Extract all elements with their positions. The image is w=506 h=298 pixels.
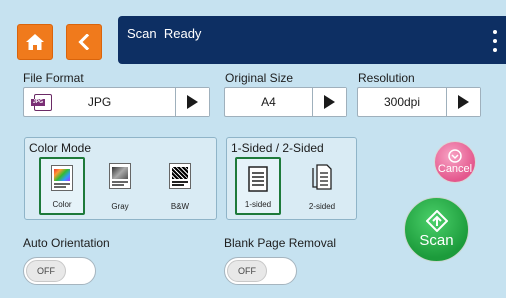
one-sided-page-icon bbox=[248, 166, 268, 192]
scan-icon bbox=[425, 210, 448, 232]
more-vert-icon[interactable] bbox=[492, 30, 498, 52]
original-size-value-area: A4 bbox=[225, 88, 312, 116]
sides-panel: 1-Sided / 2-Sided 1-sided 2-sided bbox=[226, 137, 357, 220]
original-size-value: A4 bbox=[261, 95, 276, 109]
color-mode-option-label: B&W bbox=[170, 202, 190, 211]
blank-page-removal-toggle[interactable]: OFF bbox=[224, 257, 297, 285]
gray-page-icon bbox=[109, 163, 131, 189]
play-arrow-icon bbox=[324, 95, 335, 109]
sides-option-label: 2-sided bbox=[308, 202, 336, 211]
play-arrow-icon bbox=[458, 95, 469, 109]
color-mode-title: Color Mode bbox=[29, 141, 92, 155]
home-button[interactable] bbox=[17, 24, 53, 60]
status-bar: Scan Ready bbox=[118, 16, 506, 64]
color-mode-option-label: Gray bbox=[111, 202, 129, 211]
cancel-label: Cancel bbox=[437, 163, 473, 175]
scan-button[interactable]: Scan bbox=[404, 197, 469, 262]
sides-option-2-sided[interactable]: 2-sided bbox=[299, 157, 345, 215]
scan-label: Scan bbox=[419, 232, 454, 249]
bw-page-icon bbox=[169, 163, 191, 189]
cancel-icon bbox=[448, 149, 462, 163]
auto-orientation-toggle[interactable]: OFF bbox=[23, 257, 96, 285]
sides-option-1-sided[interactable]: 1-sided bbox=[235, 157, 281, 215]
jpg-file-icon: JPG bbox=[31, 94, 52, 111]
resolution-value: 300dpi bbox=[383, 95, 421, 109]
back-button[interactable] bbox=[66, 24, 102, 60]
toggle-knob: OFF bbox=[227, 260, 267, 282]
toggle-knob: OFF bbox=[26, 260, 66, 282]
status-text: Scan Ready bbox=[127, 26, 202, 41]
resolution-label: Resolution bbox=[358, 71, 415, 85]
play-arrow-icon bbox=[187, 95, 198, 109]
resolution-value-area: 300dpi bbox=[358, 88, 446, 116]
auto-orientation-label: Auto Orientation bbox=[23, 236, 110, 250]
sides-option-label: 1-sided bbox=[244, 200, 272, 209]
file-format-dropdown[interactable]: JPG JPG bbox=[23, 87, 210, 117]
color-mode-option-gray[interactable]: Gray bbox=[97, 157, 143, 215]
cancel-button[interactable]: Cancel bbox=[434, 141, 476, 183]
color-mode-panel: Color Mode Color Gray B&W bbox=[24, 137, 217, 220]
two-sided-page-icon bbox=[312, 164, 332, 190]
back-arrow-icon bbox=[78, 34, 90, 50]
original-size-dropdown[interactable]: A4 bbox=[224, 87, 347, 117]
color-mode-option-bw[interactable]: B&W bbox=[157, 157, 203, 215]
color-mode-option-label: Color bbox=[52, 200, 72, 209]
sides-title: 1-Sided / 2-Sided bbox=[231, 141, 324, 155]
resolution-dropdown[interactable]: 300dpi bbox=[357, 87, 481, 117]
file-format-value-area: JPG JPG bbox=[24, 88, 175, 116]
blank-page-removal-label: Blank Page Removal bbox=[224, 236, 337, 250]
original-size-arrow-button[interactable] bbox=[312, 88, 346, 116]
color-page-icon bbox=[51, 165, 73, 191]
resolution-arrow-button[interactable] bbox=[446, 88, 480, 116]
file-format-label: File Format bbox=[23, 71, 84, 85]
file-format-arrow-button[interactable] bbox=[175, 88, 209, 116]
home-icon bbox=[26, 34, 44, 50]
original-size-label: Original Size bbox=[225, 71, 294, 85]
jpg-icon-tag: JPG bbox=[31, 99, 45, 106]
file-format-value: JPG bbox=[87, 95, 112, 109]
color-mode-option-color[interactable]: Color bbox=[39, 157, 85, 215]
